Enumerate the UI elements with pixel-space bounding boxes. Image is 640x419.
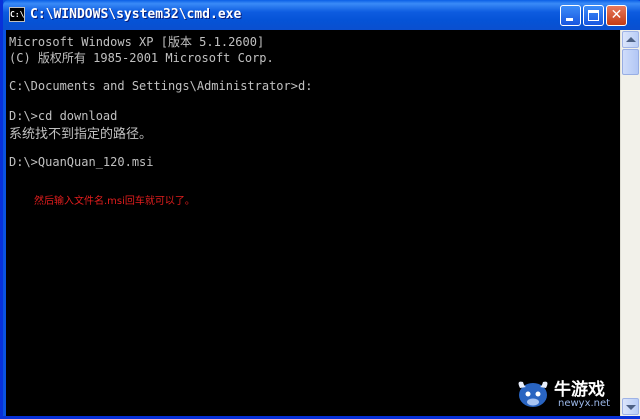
bull-logo-icon: [518, 381, 548, 407]
console-output[interactable]: Microsoft Windows XP [版本 5.1.2600] (C) 版…: [6, 30, 620, 416]
annotation-text: 然后输入文件名.msi回车就可以了。: [34, 196, 195, 207]
minimize-icon: [566, 18, 573, 21]
close-icon: ✕: [610, 7, 623, 23]
console-line-msi: D:\>QuanQuan_120.msi: [9, 155, 154, 169]
scroll-up-button[interactable]: [622, 31, 639, 48]
maximize-button[interactable]: [583, 5, 604, 26]
console-line-cd: D:\>cd download: [9, 109, 118, 123]
scroll-thumb[interactable]: [622, 49, 639, 75]
cmd-window: C:\ C:\WINDOWS\system32\cmd.exe ✕ Micros…: [0, 0, 640, 419]
maximize-icon: [588, 10, 599, 21]
console-line-version: Microsoft Windows XP [版本 5.1.2600]: [9, 35, 265, 49]
console-line-copyright: (C) 版权所有 1985-2001 Microsoft Corp.: [9, 51, 274, 65]
arrow-up-icon: [626, 37, 636, 42]
close-button[interactable]: ✕: [606, 5, 627, 26]
window-title: C:\WINDOWS\system32\cmd.exe: [30, 7, 242, 22]
minimize-button[interactable]: [560, 5, 581, 26]
watermark-url: newyx.net: [558, 398, 611, 409]
vertical-scrollbar[interactable]: [620, 30, 640, 416]
console-line-error: 系统找不到指定的路径。: [9, 127, 153, 142]
watermark-brand: 牛游戏: [554, 380, 605, 400]
title-bar[interactable]: C:\ C:\WINDOWS\system32\cmd.exe ✕: [3, 0, 640, 30]
cmd-app-icon[interactable]: C:\: [9, 7, 25, 22]
console-line-prompt-d: C:\Documents and Settings\Administrator>…: [9, 79, 313, 93]
watermark: 牛游戏 newyx.net: [514, 372, 634, 416]
